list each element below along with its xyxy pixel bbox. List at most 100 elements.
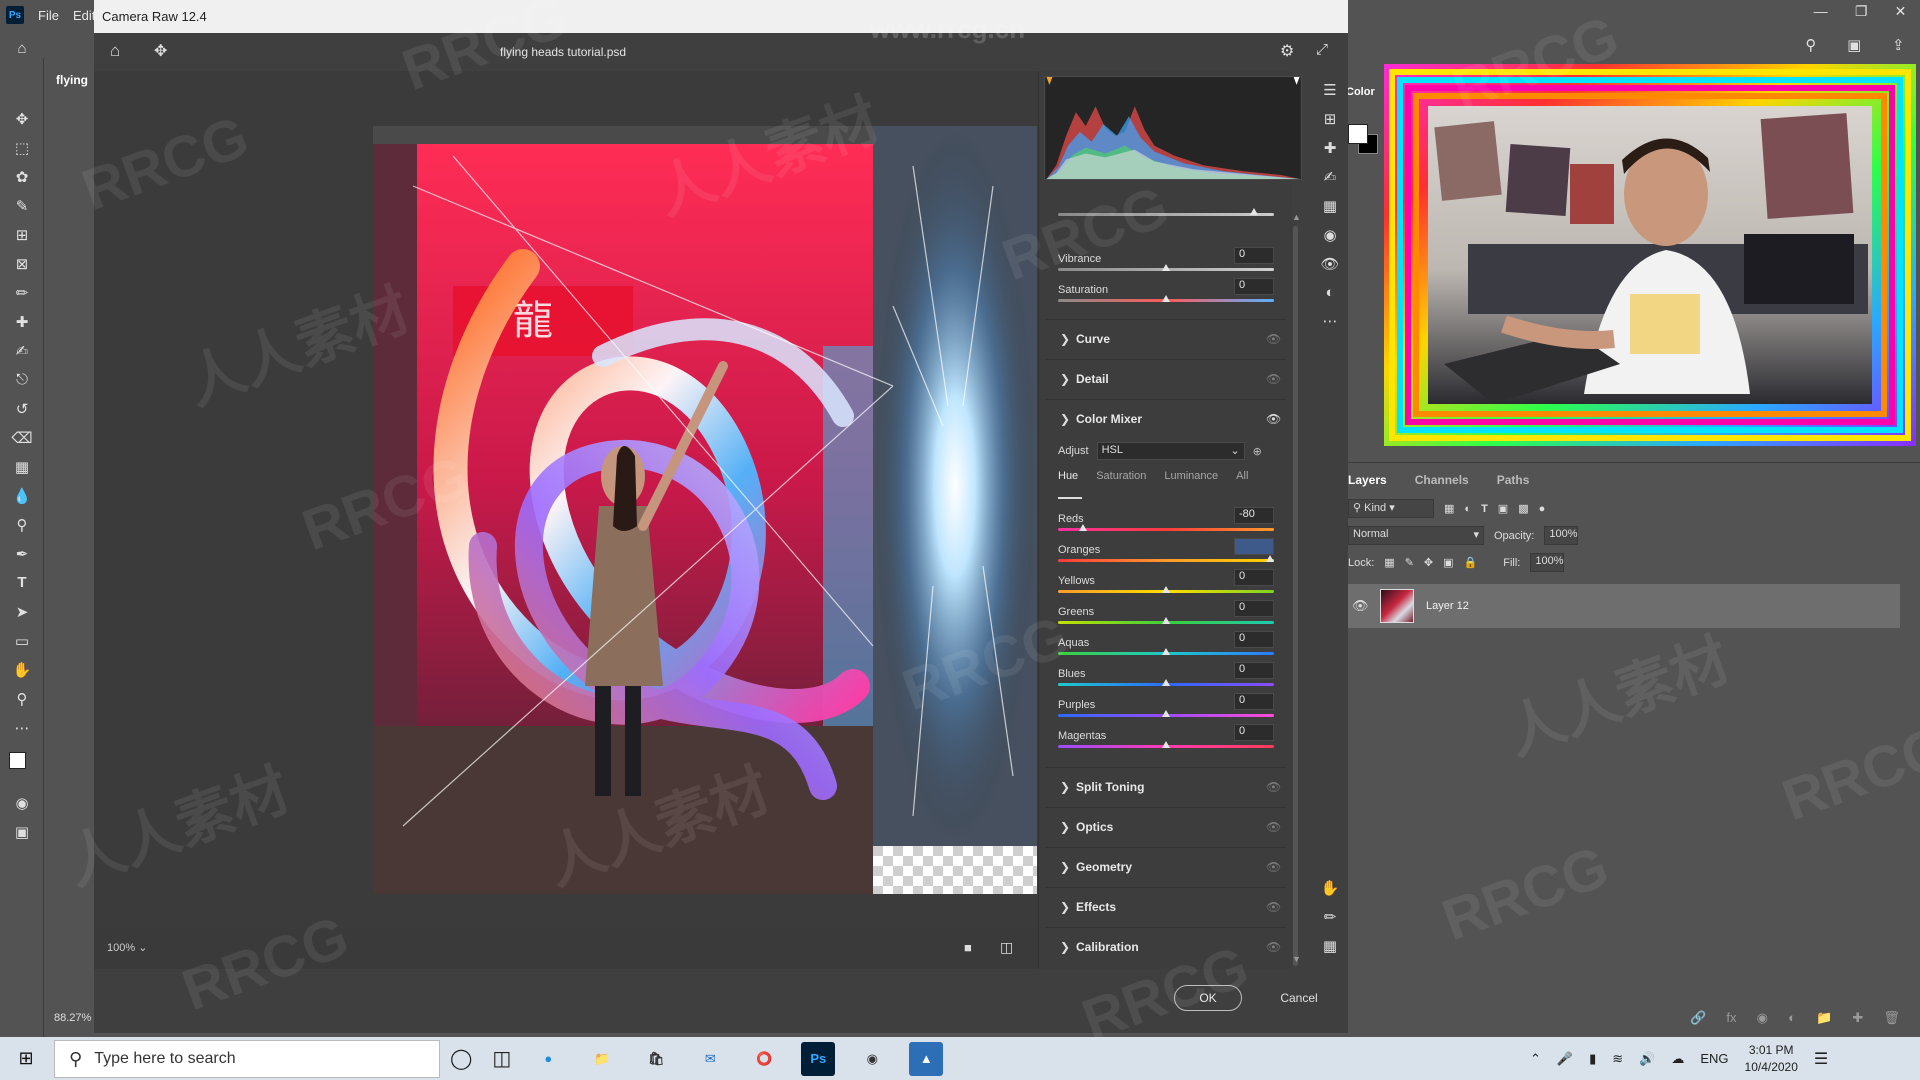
section-color-mixer[interactable]: ❯ Color Mixer 👁: [1046, 399, 1286, 437]
move-icon[interactable]: ✥: [154, 41, 167, 61]
section-optics[interactable]: ❯ Optics 👁: [1046, 807, 1286, 845]
marquee-tool-icon[interactable]: ⬚: [0, 133, 44, 162]
tab-luminance[interactable]: Luminance: [1164, 470, 1218, 482]
slider-value-input[interactable]: 0: [1234, 569, 1274, 586]
slider-vibrance[interactable]: Vibrance 0: [1058, 247, 1274, 271]
photoshop-taskbar-icon[interactable]: Ps: [801, 1041, 836, 1076]
color-sampler-icon[interactable]: ✏: [1324, 908, 1337, 926]
windows-start-icon[interactable]: ⊞: [0, 1037, 52, 1080]
slider-value-input[interactable]: 0: [1234, 247, 1274, 264]
opera-icon[interactable]: ⭕: [747, 1042, 781, 1076]
section-split-toning[interactable]: ❯ Split Toning 👁: [1046, 767, 1286, 805]
microphone-icon[interactable]: 🎤: [1557, 1051, 1573, 1067]
cortana-icon[interactable]: ◯: [450, 1046, 472, 1071]
slider-thumb[interactable]: [1078, 524, 1087, 531]
grid-icon[interactable]: ▦: [1323, 937, 1337, 955]
slider-purples[interactable]: Purples 0: [1058, 693, 1274, 717]
ok-button[interactable]: OK: [1174, 985, 1242, 1011]
layer-kind-filter[interactable]: ⚲ Kind ▾: [1348, 499, 1434, 518]
search-icon[interactable]: ⚲: [1805, 36, 1816, 58]
adjustment-brush-icon[interactable]: ✍: [1324, 168, 1337, 186]
document-tab[interactable]: flying: [44, 68, 94, 94]
zoom-select[interactable]: 100% ⌄: [107, 941, 147, 954]
slider-saturation[interactable]: Saturation 0: [1058, 278, 1274, 302]
previous-slider-track[interactable]: [1058, 213, 1274, 216]
add-mask-icon[interactable]: ◉: [1757, 1010, 1768, 1026]
visibility-eye-icon[interactable]: 👁: [1266, 412, 1286, 426]
history-brush-tool-icon[interactable]: ↺: [0, 394, 44, 423]
slider-blues[interactable]: Blues 0: [1058, 662, 1274, 686]
tab-channels[interactable]: Channels: [1415, 473, 1469, 487]
slider-value-input[interactable]: 0: [1234, 631, 1274, 648]
slider-thumb[interactable]: [1162, 617, 1170, 624]
obs-icon[interactable]: ◉: [855, 1042, 889, 1076]
scroll-down-icon[interactable]: ▼: [1292, 954, 1301, 974]
stamp-tool-icon[interactable]: ⎋: [0, 365, 44, 394]
slider-value-input[interactable]: [1234, 538, 1274, 555]
tab-saturation[interactable]: Saturation: [1096, 470, 1146, 482]
cancel-button[interactable]: Cancel: [1262, 985, 1336, 1011]
single-view-icon[interactable]: ■: [964, 940, 972, 955]
shape-tool-icon[interactable]: ▭: [0, 626, 44, 655]
share-icon[interactable]: ⇪: [1892, 36, 1905, 58]
targeted-adjust-icon[interactable]: ⊕: [1253, 445, 1262, 458]
section-effects[interactable]: ❯ Effects 👁: [1046, 887, 1286, 925]
blur-tool-icon[interactable]: 💧: [0, 481, 44, 510]
slider-thumb[interactable]: [1162, 741, 1170, 748]
type-tool-icon[interactable]: T: [0, 568, 44, 597]
settings-gear-icon[interactable]: ⚙: [1280, 41, 1294, 61]
slider-oranges[interactable]: Oranges: [1058, 538, 1274, 562]
opacity-input[interactable]: 100%: [1544, 526, 1579, 545]
visibility-eye-icon[interactable]: 👁: [1266, 860, 1286, 874]
fill-input[interactable]: 100%: [1530, 553, 1565, 572]
red-eye-icon[interactable]: 👁: [1320, 255, 1339, 273]
filter-pixel-icon[interactable]: ▦: [1444, 502, 1454, 515]
edit-sliders-icon[interactable]: ☰: [1323, 81, 1336, 99]
layer-name[interactable]: Layer 12: [1426, 600, 1469, 612]
filter-toggle-icon[interactable]: ●: [1539, 503, 1546, 515]
gradient-tool-icon[interactable]: ▦: [0, 452, 44, 481]
tab-paths[interactable]: Paths: [1497, 473, 1530, 487]
adjust-select[interactable]: HSL ⌄: [1096, 442, 1245, 460]
dodge-tool-icon[interactable]: ⚲: [0, 510, 44, 539]
filter-smart-icon[interactable]: ▩: [1518, 502, 1528, 515]
spot-removal-icon[interactable]: ✚: [1324, 139, 1337, 157]
slider-thumb[interactable]: [1162, 679, 1170, 686]
lock-all-icon[interactable]: 🔒: [1464, 556, 1478, 569]
hand-icon[interactable]: ✋: [1321, 879, 1340, 897]
lock-transparent-icon[interactable]: ▦: [1384, 556, 1394, 569]
eyedropper-tool-icon[interactable]: ✏: [0, 278, 44, 307]
taskbar-search-input[interactable]: ⚲ Type here to search: [54, 1040, 440, 1078]
slider-value-input[interactable]: 0: [1234, 724, 1274, 741]
tab-all[interactable]: All: [1236, 470, 1248, 482]
edit-panel-scrollbar[interactable]: [1293, 226, 1298, 966]
color-swatches-icon[interactable]: [0, 742, 44, 788]
wifi-icon[interactable]: ≋: [1612, 1051, 1623, 1067]
brush-tool-icon[interactable]: ✍: [0, 336, 44, 365]
frame-tool-icon[interactable]: ⊠: [0, 249, 44, 278]
filter-shape-icon[interactable]: ▣: [1498, 502, 1508, 515]
presets-icon[interactable]: ◐: [1325, 284, 1334, 301]
edge-icon[interactable]: ●: [531, 1042, 565, 1076]
radial-filter-icon[interactable]: ◉: [1323, 226, 1336, 244]
slider-thumb[interactable]: [1162, 586, 1170, 593]
zoom-tool-icon[interactable]: ⚲: [0, 684, 44, 713]
section-detail[interactable]: ❯ Detail 👁: [1046, 359, 1286, 397]
layer-row[interactable]: 👁 Layer 12: [1348, 584, 1900, 628]
clock[interactable]: 3:01 PM 10/4/2020: [1745, 1042, 1798, 1076]
healing-tool-icon[interactable]: ✚: [0, 307, 44, 336]
menu-edit[interactable]: Edit: [73, 8, 95, 23]
slider-value-input[interactable]: 0: [1234, 662, 1274, 679]
menu-file[interactable]: File: [38, 8, 59, 23]
slider-yellows[interactable]: Yellows 0: [1058, 569, 1274, 593]
new-layer-icon[interactable]: ✚: [1852, 1010, 1863, 1026]
section-calibration[interactable]: ❯ Calibration 👁: [1046, 927, 1286, 965]
move-tool-icon[interactable]: ✥: [0, 104, 44, 133]
tab-layers[interactable]: Layers: [1348, 473, 1387, 487]
slider-value-input[interactable]: 0: [1234, 600, 1274, 617]
slider-thumb[interactable]: [1162, 295, 1170, 302]
filter-type-icon[interactable]: T: [1481, 503, 1488, 515]
store-icon[interactable]: 🛍: [639, 1042, 673, 1076]
hand-tool-icon[interactable]: ✋: [0, 655, 44, 684]
slider-value-input[interactable]: 0: [1234, 693, 1274, 710]
